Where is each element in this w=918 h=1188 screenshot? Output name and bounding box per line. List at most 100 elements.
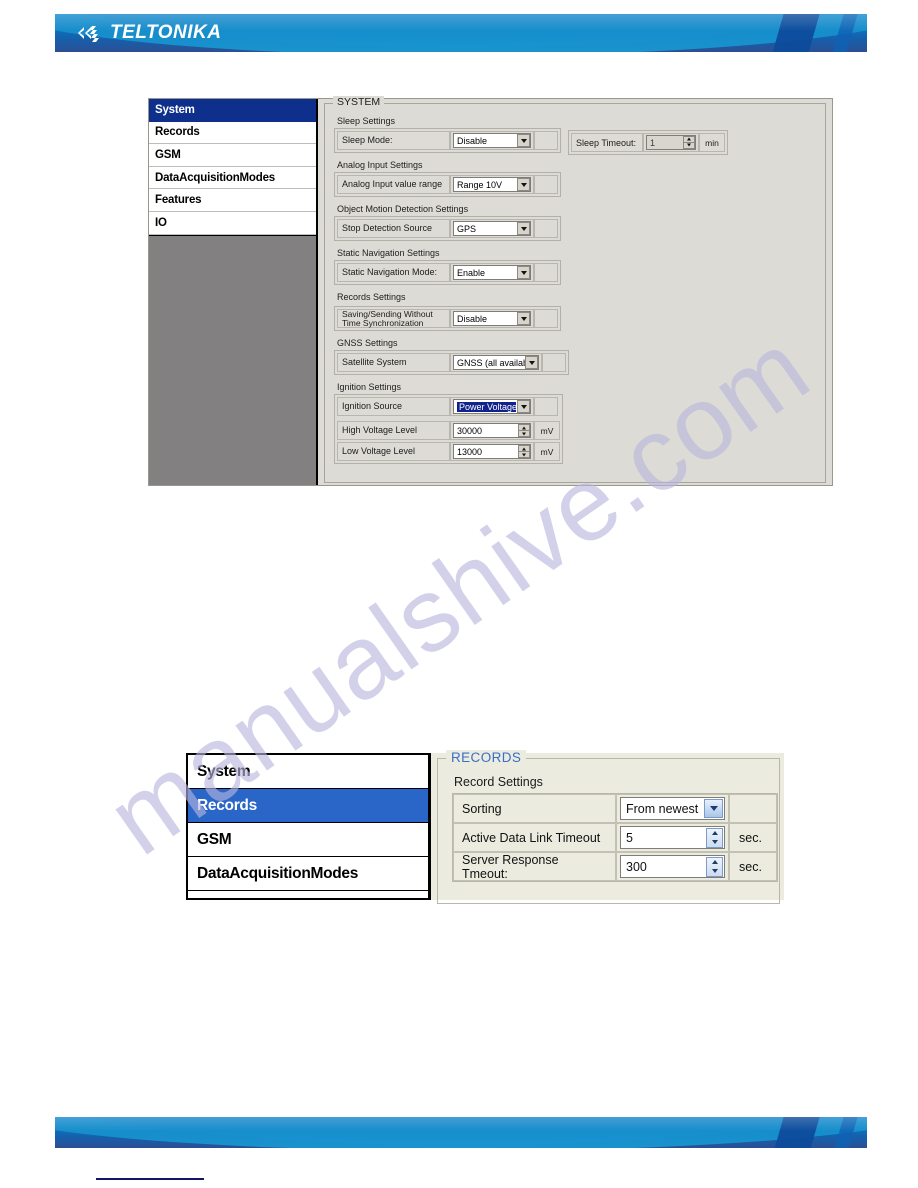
low-voltage-value: 13000 <box>457 446 483 457</box>
satellite-system-label: Satellite System <box>337 353 450 373</box>
sleep-timeout-field-cell: 1 <box>643 133 699 152</box>
chevron-down-icon[interactable] <box>517 134 530 147</box>
spinner-arrows-icon[interactable] <box>518 424 530 438</box>
system-groupbox: SYSTEM Sleep Settings Sleep Mode: Disabl… <box>324 96 826 483</box>
sleep-mode-label: Sleep Mode: <box>337 131 450 150</box>
server-response-timeout-unit: sec. <box>729 852 777 881</box>
spinner-arrows-icon[interactable] <box>706 827 723 848</box>
high-voltage-value: 30000 <box>457 425 483 436</box>
gnss-settings-panel: Satellite System GNSS (all available) <box>334 350 569 376</box>
sidebar2-item-label: Records <box>197 796 257 814</box>
satellite-system-trailing-cell <box>542 353 566 373</box>
sorting-select[interactable]: From newest <box>620 797 725 820</box>
records-settings-section: Records Settings Saving/Sending Without … <box>334 292 825 332</box>
sleep-settings-panel: Sleep Mode: Disable <box>334 128 561 153</box>
sidebar2-item-system[interactable]: System <box>188 755 428 789</box>
low-voltage-row: Low Voltage Level 13000 mV <box>337 442 560 462</box>
sorting-label: Sorting <box>453 794 616 823</box>
spinner-arrows-icon[interactable] <box>706 856 723 877</box>
spinner-arrows-icon[interactable] <box>518 445 530 459</box>
static-navigation-select[interactable]: Enable <box>453 265 531 280</box>
object-motion-settings-section: Object Motion Detection Settings Stop De… <box>334 204 825 241</box>
chevron-down-icon[interactable] <box>517 312 530 326</box>
analog-range-value: Range 10V <box>457 179 503 190</box>
chevrons-icon <box>78 23 108 43</box>
saving-sending-value: Disable <box>457 313 488 324</box>
saving-sending-field-cell: Disable <box>450 309 534 329</box>
records-groupbox-title: RECORDS <box>446 750 527 765</box>
active-data-link-timeout-stepper[interactable]: 5 <box>620 826 725 849</box>
sleep-timeout-panel: Sleep Timeout: 1 min <box>568 130 728 155</box>
record-settings-panel: Sorting From newest Active Data Link Tim… <box>452 793 778 882</box>
high-voltage-stepper[interactable]: 30000 <box>453 423 531 439</box>
chevron-down-icon[interactable] <box>517 400 530 414</box>
record-settings-title: Record Settings <box>454 775 543 789</box>
stop-detection-row: Stop Detection Source GPS <box>337 219 558 238</box>
sidebar-item-records[interactable]: Records <box>149 121 316 145</box>
sleep-timeout-value: 1 <box>650 137 656 148</box>
analog-range-select[interactable]: Range 10V <box>453 177 531 192</box>
low-voltage-stepper[interactable]: 13000 <box>453 444 531 460</box>
static-navigation-panel: Static Navigation Mode: Enable <box>334 260 561 285</box>
static-navigation-row: Static Navigation Mode: Enable <box>337 263 558 282</box>
server-response-timeout-field-cell: 300 <box>616 852 729 881</box>
analog-input-settings-section: Analog Input Settings Analog Input value… <box>334 160 825 197</box>
spinner-arrows-icon[interactable] <box>683 136 695 149</box>
satellite-system-select[interactable]: GNSS (all available) <box>453 355 539 371</box>
chevron-down-icon[interactable] <box>517 178 530 191</box>
page-header-banner: TELTONIKA <box>55 14 867 52</box>
stop-detection-value: GPS <box>457 223 477 234</box>
sidebar-item-gsm[interactable]: GSM <box>149 144 316 167</box>
analog-range-label: Analog Input value range <box>337 175 450 194</box>
sidebar2-item-gsm[interactable]: GSM <box>188 823 428 857</box>
sleep-mode-select[interactable]: Disable <box>453 133 531 148</box>
sidebar-item-label: Records <box>155 126 200 139</box>
server-response-timeout-stepper[interactable]: 300 <box>620 855 725 878</box>
records-groupbox-body: Record Settings Sorting From newest Acti… <box>438 759 779 882</box>
static-navigation-field-cell: Enable <box>450 263 534 282</box>
chevron-down-icon[interactable] <box>525 356 538 370</box>
sidebar-item-io[interactable]: IO <box>149 211 316 235</box>
analog-input-panel: Analog Input value range Range 10V <box>334 172 561 197</box>
sidebar-item-features[interactable]: Features <box>149 189 316 212</box>
logo-text: TELTONIKA <box>110 22 222 43</box>
sidebar2-item-records[interactable]: Records <box>188 789 428 823</box>
satellite-system-row: Satellite System GNSS (all available) <box>337 353 566 373</box>
sleep-timeout-unit: min <box>699 133 725 152</box>
sleep-settings-title: Sleep Settings <box>337 116 396 126</box>
sidebar-item-label: System <box>155 103 195 116</box>
chevron-down-icon[interactable] <box>517 266 530 279</box>
records-settings-panel: Saving/Sending Without Time Synchronizat… <box>334 306 561 332</box>
active-data-link-timeout-field-cell: 5 <box>616 823 729 852</box>
records-config-window: System Records GSM DataAcquisitionModes … <box>186 750 784 904</box>
system-content-pane: SYSTEM Sleep Settings Sleep Mode: Disabl… <box>318 96 832 485</box>
high-voltage-label: High Voltage Level <box>337 421 450 441</box>
high-voltage-row: High Voltage Level 30000 mV <box>337 421 560 441</box>
chevron-down-icon[interactable] <box>517 222 530 235</box>
ignition-settings-panel: Ignition Source Power Voltage High Volta… <box>334 394 563 465</box>
chevron-down-icon[interactable] <box>704 799 723 818</box>
low-voltage-field-cell: 13000 <box>450 442 534 462</box>
low-voltage-unit: mV <box>534 442 560 462</box>
stop-detection-select[interactable]: GPS <box>453 221 531 236</box>
static-navigation-label: Static Navigation Mode: <box>337 263 450 282</box>
ignition-settings-section: Ignition Settings Ignition Source Power … <box>334 382 825 465</box>
sidebar-item-dataacquisitionmodes[interactable]: DataAcquisitionModes <box>149 166 316 190</box>
teltonika-logo: TELTONIKA <box>78 22 221 44</box>
sidebar-item-system[interactable]: System <box>149 99 316 122</box>
footer-gloss <box>55 1117 867 1132</box>
sorting-value: From newest <box>626 801 699 816</box>
saving-sending-select[interactable]: Disable <box>453 311 531 327</box>
low-voltage-label: Low Voltage Level <box>337 442 450 462</box>
records-content-pane: RECORDS Record Settings Sorting From new… <box>431 750 784 904</box>
high-voltage-unit: mV <box>534 421 560 441</box>
sidebar2-item-dataacquisitionmodes[interactable]: DataAcquisitionModes <box>188 857 428 891</box>
records-settings-title: Records Settings <box>337 292 406 302</box>
ignition-source-value: Power Voltage <box>457 401 516 412</box>
static-navigation-trailing-cell <box>534 263 558 282</box>
sleep-timeout-stepper[interactable]: 1 <box>646 135 696 150</box>
ignition-source-select[interactable]: Power Voltage <box>453 399 531 415</box>
ignition-source-row: Ignition Source Power Voltage <box>337 397 560 417</box>
satellite-system-field-cell: GNSS (all available) <box>450 353 542 373</box>
active-data-link-timeout-label: Active Data Link Timeout <box>453 823 616 852</box>
